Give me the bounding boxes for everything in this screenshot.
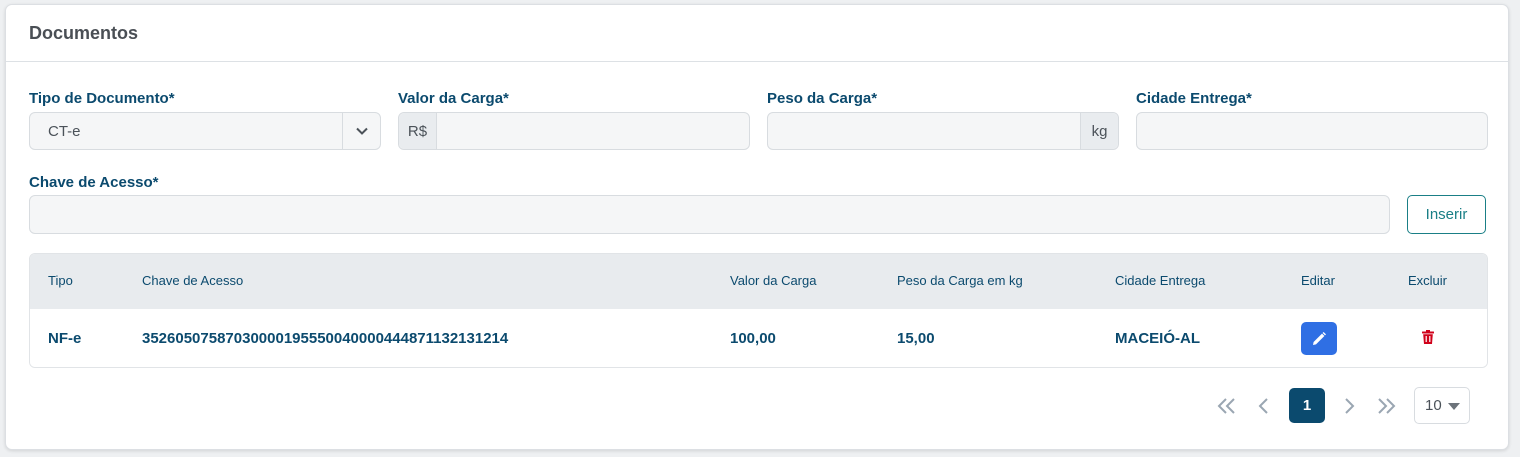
card-title: Documentos xyxy=(29,23,139,43)
cell-valor: 100,00 xyxy=(730,330,776,347)
prev-page-icon[interactable] xyxy=(1254,388,1274,424)
peso-carga-label: Peso da Carga* xyxy=(767,90,878,107)
next-page-icon[interactable] xyxy=(1339,388,1359,424)
last-page-icon[interactable] xyxy=(1373,388,1399,424)
table-row: NF-e 35260507587030000195550040000444871… xyxy=(30,309,1487,367)
header-chave: Chave de Acesso xyxy=(142,273,244,288)
cell-tipo: NF-e xyxy=(48,330,82,347)
trash-icon xyxy=(1422,330,1434,344)
header-valor: Valor da Carga xyxy=(730,273,817,288)
table-header: Tipo Chave de Acesso Valor da Carga Peso… xyxy=(30,254,1487,309)
header-editar: Editar xyxy=(1301,273,1335,288)
first-page-icon[interactable] xyxy=(1214,388,1240,424)
header-peso: Peso da Carga em kg xyxy=(897,273,1023,288)
valor-carga-field[interactable]: R$ xyxy=(398,112,750,150)
documents-card: Documentos Tipo de Documento* CT-e Valor… xyxy=(5,4,1509,450)
tipo-documento-select[interactable]: CT-e xyxy=(29,112,381,150)
insert-button[interactable]: Inserir xyxy=(1407,195,1486,234)
tipo-documento-label: Tipo de Documento* xyxy=(29,90,175,107)
page-size-select[interactable]: 10 xyxy=(1414,387,1470,424)
pencil-icon xyxy=(1313,331,1326,345)
cell-peso: 15,00 xyxy=(897,330,935,347)
documents-table: Tipo Chave de Acesso Valor da Carga Peso… xyxy=(29,253,1488,368)
cidade-entrega-label: Cidade Entrega* xyxy=(1136,90,1252,107)
page-1-button[interactable]: 1 xyxy=(1289,388,1325,423)
tipo-documento-value: CT-e xyxy=(48,123,81,140)
edit-button[interactable] xyxy=(1301,322,1337,355)
caret-down-icon xyxy=(1448,403,1460,410)
peso-carga-field[interactable]: kg xyxy=(767,112,1119,150)
cidade-entrega-field[interactable] xyxy=(1136,112,1488,150)
header-excluir: Excluir xyxy=(1408,273,1448,288)
currency-prefix: R$ xyxy=(399,113,437,149)
chevron-down-icon[interactable] xyxy=(342,113,380,149)
chave-acesso-field[interactable] xyxy=(29,195,1390,234)
header-cidade: Cidade Entrega xyxy=(1115,273,1206,288)
page-size-value: 10 xyxy=(1425,397,1442,414)
header-tipo: Tipo xyxy=(48,273,73,288)
weight-unit-suffix: kg xyxy=(1080,113,1118,149)
delete-button[interactable] xyxy=(1420,328,1436,346)
valor-carga-label: Valor da Carga* xyxy=(398,90,509,107)
chave-acesso-label: Chave de Acesso* xyxy=(29,174,159,191)
cell-cidade: MACEIÓ-AL xyxy=(1115,330,1200,347)
card-header: Documentos xyxy=(6,5,1508,62)
cell-chave: 3526050758703000019555004000044487113213… xyxy=(142,330,509,347)
